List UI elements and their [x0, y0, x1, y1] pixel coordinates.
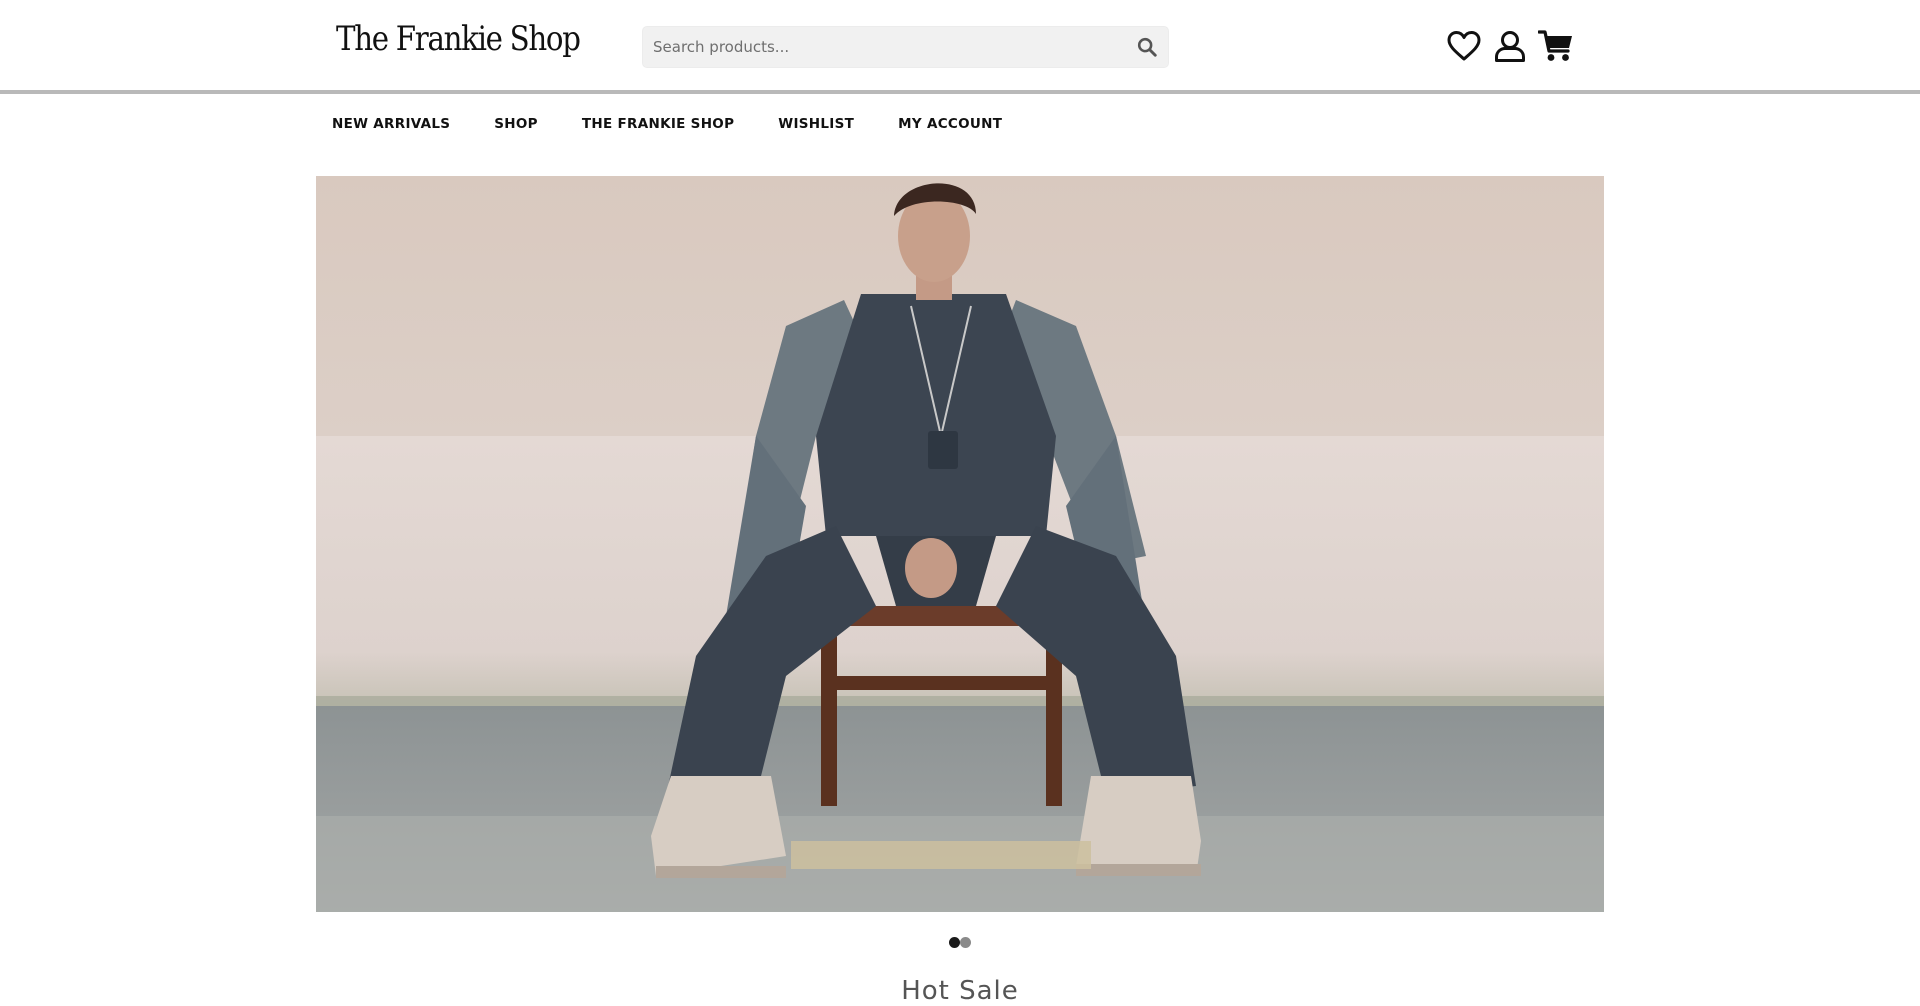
slider-dot-active[interactable]: [949, 937, 960, 948]
nav-item-new-arrivals[interactable]: NEW ARRIVALS: [332, 116, 450, 132]
cart-button[interactable]: [1536, 26, 1576, 66]
site-logo[interactable]: The Frankie Shop: [336, 19, 581, 59]
search-bar: [642, 26, 1169, 68]
user-icon: [1495, 31, 1525, 62]
search-icon: [1137, 37, 1157, 57]
hero-slider[interactable]: [316, 176, 1604, 912]
nav-item-wishlist[interactable]: WISHLIST: [778, 116, 854, 132]
nav-item-the-frankie-shop[interactable]: THE FRANKIE SHOP: [582, 116, 734, 132]
section-title: Hot Sale: [901, 976, 1019, 1006]
slider-dots: [949, 937, 971, 948]
nav-item-shop[interactable]: SHOP: [494, 116, 538, 132]
nav-item-my-account[interactable]: MY ACCOUNT: [898, 116, 1002, 132]
site-header: The Frankie Shop: [0, 0, 1920, 94]
hero-image: [316, 176, 1604, 912]
slider-dot[interactable]: [960, 937, 971, 948]
account-button[interactable]: [1490, 26, 1530, 66]
heart-icon: [1447, 31, 1481, 61]
main-nav: NEW ARRIVALS SHOP THE FRANKIE SHOP WISHL…: [332, 116, 1046, 132]
search-input[interactable]: [643, 27, 1126, 67]
search-button[interactable]: [1126, 26, 1168, 68]
cart-icon: [1538, 30, 1572, 61]
wishlist-button[interactable]: [1444, 26, 1484, 66]
